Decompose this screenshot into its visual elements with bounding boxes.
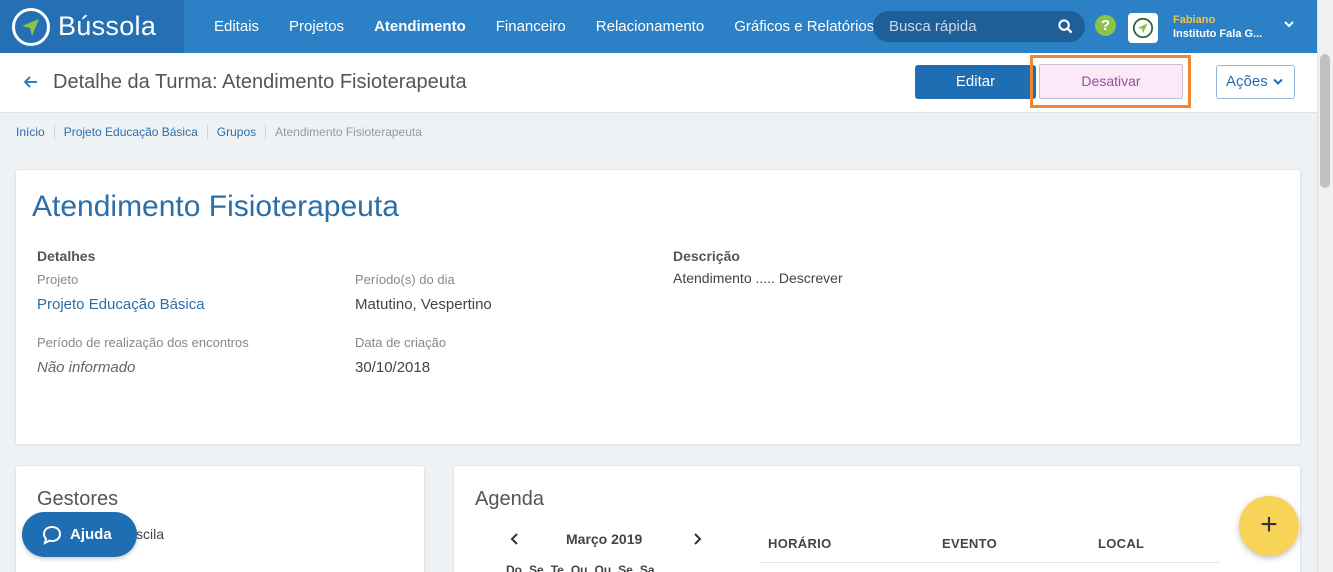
- search-placeholder: Busca rápida: [889, 18, 977, 35]
- scrollbar[interactable]: [1317, 0, 1333, 572]
- breadcrumb-inicio[interactable]: Início: [16, 125, 55, 139]
- descricao-value: Atendimento ..... Descrever: [673, 270, 843, 286]
- details-section-title: Detalhes: [37, 248, 96, 264]
- help-chat-button[interactable]: Ajuda: [22, 512, 137, 557]
- help-label: Ajuda: [70, 526, 112, 543]
- back-arrow-icon[interactable]: [22, 73, 40, 91]
- weekday: Sa: [639, 563, 655, 572]
- scroll-thumb[interactable]: [1320, 54, 1330, 188]
- agenda-title: Agenda: [475, 488, 544, 510]
- calendar-month: Março 2019: [566, 531, 643, 547]
- agenda-card: Agenda Março 2019 Do Se Te Qu Qu Se Sa H…: [453, 465, 1301, 572]
- nav-item-graficos-relatorios[interactable]: Gráficos e Relatórios: [719, 0, 889, 53]
- group-title: Atendimento Fisioterapeuta: [32, 190, 399, 223]
- table-divider: [759, 562, 1219, 563]
- page-header: Detalhe da Turma: Atendimento Fisioterap…: [0, 53, 1317, 113]
- breadcrumb: Início Projeto Educação Básica Grupos At…: [16, 125, 440, 139]
- add-button[interactable]: +: [1239, 496, 1299, 556]
- brand[interactable]: Bússola: [0, 0, 184, 53]
- weekday: Qu: [594, 563, 612, 572]
- details-card: Atendimento Fisioterapeuta Detalhes Proj…: [15, 169, 1301, 445]
- chevron-down-icon: [1273, 78, 1283, 85]
- realizacao-value: Não informado: [37, 359, 136, 376]
- criacao-label: Data de criação: [355, 335, 447, 350]
- chevron-right-icon[interactable]: [692, 533, 702, 545]
- weekday: Se: [618, 563, 633, 572]
- periodos-label: Período(s) do dia: [355, 272, 455, 287]
- projeto-link[interactable]: Projeto Educação Básica: [37, 296, 205, 313]
- weekday: Qu: [570, 563, 588, 572]
- edit-button[interactable]: Editar: [915, 65, 1036, 99]
- brand-name: Bússola: [58, 11, 157, 41]
- chevron-left-icon[interactable]: [510, 533, 520, 545]
- criacao-value: 30/10/2018: [355, 359, 431, 376]
- column-header-local: LOCAL: [1098, 536, 1145, 551]
- actions-label: Ações: [1226, 73, 1268, 90]
- user-org[interactable]: Instituto Fala G...: [1173, 28, 1262, 40]
- page-title: Detalhe da Turma: Atendimento Fisioterap…: [53, 71, 467, 93]
- projeto-label: Projeto: [37, 272, 79, 287]
- descricao-title: Descrição: [673, 248, 740, 264]
- avatar[interactable]: [1128, 13, 1158, 43]
- compass-logo-icon: [12, 7, 50, 46]
- user-name[interactable]: Fabiano: [1173, 14, 1215, 26]
- chat-bubble-icon: [42, 525, 62, 545]
- nav-item-atendimento[interactable]: Atendimento: [359, 0, 481, 53]
- actions-dropdown[interactable]: Ações: [1216, 65, 1295, 99]
- search-input[interactable]: Busca rápida: [873, 11, 1085, 42]
- weekday: Te: [550, 563, 564, 572]
- nav-item-editais[interactable]: Editais: [199, 0, 274, 53]
- column-header-horario: HORÁRIO: [768, 536, 832, 551]
- gestores-title: Gestores: [37, 488, 119, 510]
- nav-item-financeiro[interactable]: Financeiro: [481, 0, 581, 53]
- nav-item-projetos[interactable]: Projetos: [274, 0, 359, 53]
- nav-item-relacionamento[interactable]: Relacionamento: [581, 0, 719, 53]
- column-header-evento: EVENTO: [942, 536, 998, 551]
- breadcrumb-grupos[interactable]: Grupos: [217, 125, 267, 139]
- breadcrumb-current: Atendimento Fisioterapeuta: [275, 125, 422, 139]
- weekday: Se: [529, 563, 544, 572]
- help-icon[interactable]: ?: [1095, 15, 1116, 36]
- periodos-value: Matutino, Vespertino: [355, 296, 492, 313]
- top-navbar: Bússola Editais Projetos Atendimento Fin…: [0, 0, 1333, 53]
- weekday: Do: [506, 563, 522, 572]
- search-icon[interactable]: [1058, 19, 1073, 34]
- gestor-name: scila: [136, 526, 165, 542]
- deactivate-button[interactable]: Desativar: [1039, 64, 1183, 99]
- breadcrumb-projeto[interactable]: Projeto Educação Básica: [64, 125, 208, 139]
- realizacao-label: Período de realização dos encontros: [37, 335, 249, 350]
- calendar-weekdays: Do Se Te Qu Qu Se Sa: [506, 563, 655, 572]
- chevron-down-icon[interactable]: [1283, 18, 1295, 30]
- main-nav: Editais Projetos Atendimento Financeiro …: [199, 0, 889, 53]
